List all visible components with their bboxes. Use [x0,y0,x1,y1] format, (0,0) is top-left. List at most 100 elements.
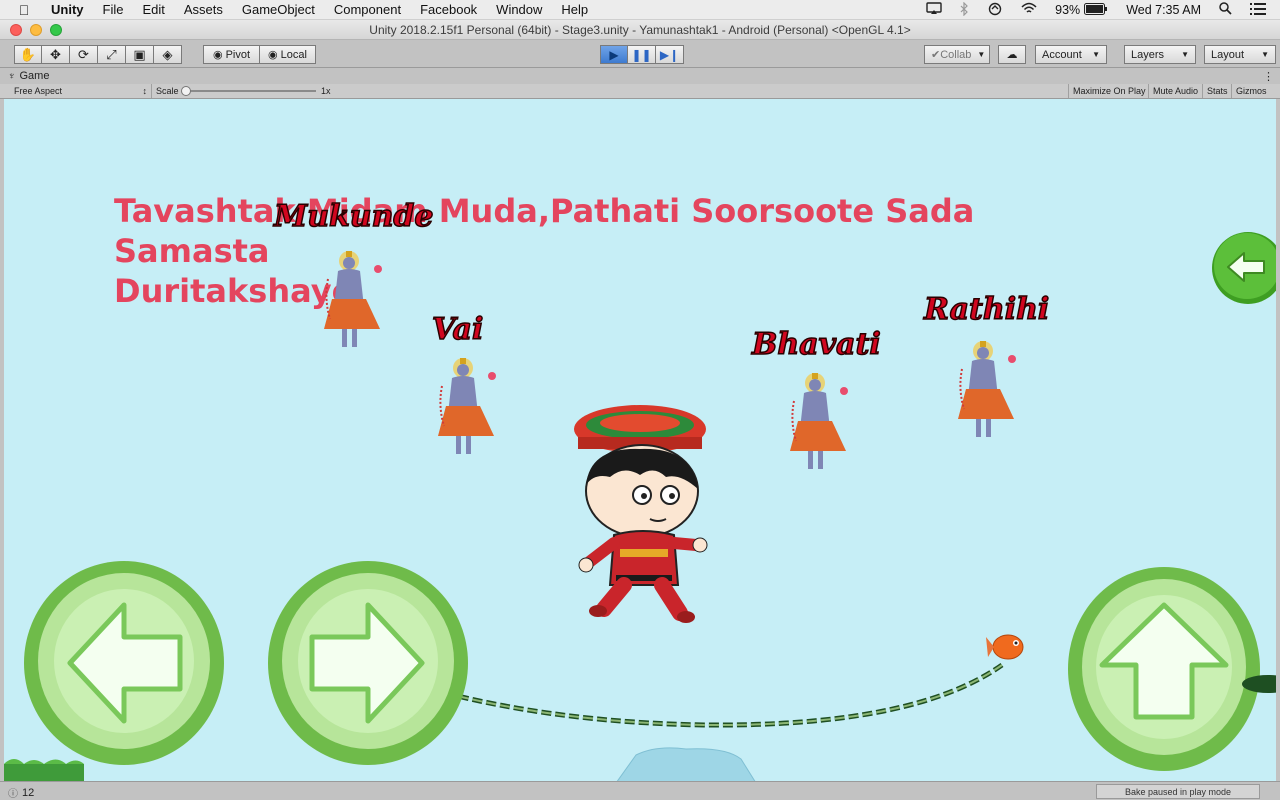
window-close-button[interactable] [10,24,22,36]
menu-gameobject[interactable]: GameObject [242,2,315,17]
deity-figure-2 [438,358,496,454]
jump-button[interactable] [1066,565,1262,775]
move-tool-icon[interactable]: ✥ [42,45,70,64]
menu-status-area: 93% Wed 7:35 AM [926,0,1280,20]
local-icon: ◉ [268,49,278,61]
chevron-down-icon: ▼ [1261,50,1269,59]
chevron-down-icon: ▼ [1181,50,1189,59]
transform-tool-icon[interactable]: ◈ [154,45,182,64]
cloud-icon: ☁ [1006,49,1018,61]
battery-percent[interactable]: 93% [1055,3,1080,17]
aspect-label: Free Aspect [14,86,63,96]
pivot-icon: ◉ [212,49,223,61]
hand-tool-icon[interactable]: ✋ [14,45,42,64]
scale-value: 1x [321,86,331,96]
chevron-down-icon: ▼ [977,50,986,59]
window-maximize-button[interactable] [50,24,62,36]
deity-figure-4 [958,341,1016,437]
deity-figure-3 [790,373,848,469]
rock-decoration [616,747,756,781]
word-label-rathihi: Rathihi [923,291,1050,328]
collab-label: Collab [940,48,972,61]
platform-edge [1242,675,1276,693]
sync-icon[interactable] [987,2,1003,19]
account-label: Account [1042,48,1082,61]
scale-slider-thumb[interactable] [181,86,191,96]
layers-label: Layers [1131,48,1165,61]
battery-icon[interactable] [1084,2,1108,18]
step-icon: ▶❙ [659,47,680,62]
bluetooth-icon[interactable] [960,1,969,19]
menu-edit[interactable]: Edit [142,2,164,17]
deity-figure-1 [324,251,382,347]
layers-dropdown[interactable]: Layers ▼ [1124,45,1196,64]
window-minimize-button[interactable] [30,24,42,36]
game-tab-label: Game [19,70,50,82]
gizmos-dropdown[interactable]: Gizmos [1231,84,1271,98]
menu-window[interactable]: Window [496,2,542,17]
menu-assets[interactable]: Assets [184,2,223,17]
verse-hint-line-1: Tavashtak Midam Muda,Pathati Soorsoote S… [114,192,975,270]
menu-unity[interactable]: Unity [51,2,84,17]
menu-facebook[interactable]: Facebook [420,2,477,17]
cloud-button[interactable]: ☁ [998,45,1026,64]
panel-options-icon[interactable]: ⋮ [1263,70,1274,83]
move-left-button[interactable] [22,559,226,769]
local-label: Local [280,48,307,61]
account-dropdown[interactable]: Account ▼ [1035,45,1107,64]
menu-help[interactable]: Help [561,2,588,17]
game-tab-icon: ♆ [8,70,16,82]
mute-audio-toggle[interactable]: Mute Audio [1148,84,1202,98]
step-button[interactable]: ▶❙ [656,45,684,64]
window-title: Unity 2018.2.15f1 Personal (64bit) - Sta… [369,23,911,37]
player-character [574,405,708,623]
menu-bar:  Unity File Edit Assets GameObject Comp… [0,0,1280,20]
word-label-vai: Vai [431,311,484,348]
game-tab-strip: ♆ Game ⋮ [0,69,1280,84]
info-icon: ⓘ [8,789,18,800]
fish-right [986,634,1024,660]
layout-label: Layout [1211,48,1245,61]
pause-icon: ❚❚ [631,47,652,62]
notification-center-icon[interactable] [1250,2,1266,18]
pause-button[interactable]: ❚❚ [628,45,656,64]
chevron-down-icon: ▼ [1092,50,1100,59]
move-right-button[interactable] [266,559,470,769]
collab-check-icon: ✔ [931,49,941,61]
layout-dropdown[interactable]: Layout ▼ [1204,45,1276,64]
apple-menu-icon[interactable]:  [14,2,34,18]
play-icon: ▶ [609,47,619,62]
word-label-bhavati: Bhavati [751,326,881,363]
scale-label: Scale [156,86,179,96]
rotate-tool-icon[interactable]: ⟳ [70,45,98,64]
console-count-value: 12 [22,786,35,799]
unity-toolbar: ✋ ✥ ⟳ ⤢ ▣ ◈ ◉ Pivot ◉ Local ▶ ❚❚ ▶❙ ✔ Coll… [0,41,1280,68]
wifi-icon[interactable] [1021,2,1037,18]
pivot-label: Pivot [225,48,251,61]
stats-toggle[interactable]: Stats [1202,84,1232,98]
clock-text[interactable]: Wed 7:35 AM [1126,3,1201,17]
tab-game[interactable]: ♆ Game [8,70,49,82]
local-toggle-button[interactable]: ◉ Local [260,45,316,64]
rect-tool-icon[interactable]: ▣ [126,45,154,64]
airplay-icon[interactable] [926,2,942,18]
window-title-bar: Unity 2018.2.15f1 Personal (64bit) - Sta… [0,20,1280,40]
play-button[interactable]: ▶ [600,45,628,64]
menu-file[interactable]: File [103,2,124,17]
scale-tool-icon[interactable]: ⤢ [98,45,126,64]
aspect-dropdown[interactable]: Free Aspect ↕ [8,84,152,98]
word-label-mukunde: Mukunde [273,198,434,235]
pivot-local-group: ◉ Pivot ◉ Local [203,45,316,64]
pivot-toggle-button[interactable]: ◉ Pivot [203,45,260,64]
scale-slider-track[interactable] [182,90,316,92]
playback-controls: ▶ ❚❚ ▶❙ [600,45,684,64]
console-count[interactable]: ⓘ 12 [8,785,34,800]
game-view[interactable]: Tavashtak Midam Muda,Pathati Soorsoote S… [4,99,1276,781]
collab-dropdown[interactable]: ✔ Collab ▼ [924,45,990,64]
maximize-on-play-toggle[interactable]: Maximize On Play [1068,84,1150,98]
spotlight-search-icon[interactable] [1219,2,1232,18]
menu-component[interactable]: Component [334,2,401,17]
game-view-controls: Free Aspect ↕ Scale 1x Maximize On Play … [0,84,1280,99]
bake-status: Bake paused in play mode [1096,784,1260,799]
back-button[interactable] [1210,231,1276,305]
